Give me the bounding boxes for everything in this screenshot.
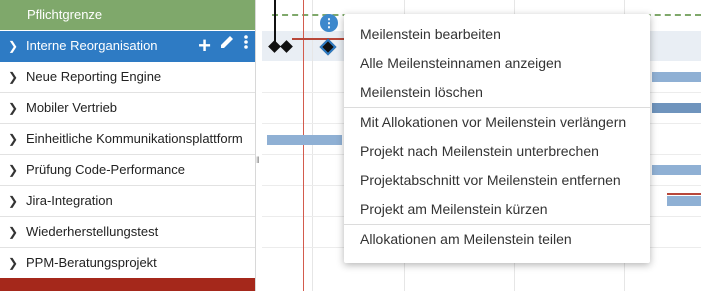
project-label: Neue Reporting Engine [26,69,162,84]
project-row[interactable]: ❯ Mobiler Vertrieb [0,93,255,124]
menu-item-edit-milestone[interactable]: Meilenstein bearbeiten [344,20,650,49]
group-header-label: Pflichtgrenze [27,7,103,22]
baseline-marker [292,38,352,40]
project-label: Jira-Integration [26,193,113,208]
project-label: Prüfung Code-Performance [26,162,185,177]
chevron-right-icon[interactable]: ❯ [8,248,18,278]
project-row[interactable]: ❯ Jira-Integration [0,186,255,217]
chevron-right-icon[interactable]: ❯ [8,217,18,247]
baseline-marker [667,193,701,195]
project-row[interactable]: ❯ Einheitliche Kommunikationsplattform [0,124,255,155]
menu-item-shorten-project[interactable]: Projekt am Meilenstein kürzen [344,195,650,224]
project-row[interactable]: ❯ Neue Reporting Engine [0,62,255,93]
project-row[interactable]: ❯ PPM-Beratungsprojekt [0,248,255,279]
project-row[interactable]: ❯ Prüfung Code-Performance [0,155,255,186]
menu-item-split-allocations[interactable]: Allokationen am Meilenstein teilen [344,225,650,254]
menu-item-remove-section[interactable]: Projektabschnitt vor Meilenstein entfern… [344,166,650,195]
project-label: Einheitliche Kommunikationsplattform [26,131,243,146]
project-list: Pflichtgrenze ❯ Interne Reorganisation +… [0,0,256,291]
next-group-header[interactable] [0,278,255,291]
chevron-right-icon[interactable]: ❯ [8,186,18,216]
project-bar[interactable] [667,196,701,206]
chevron-right-icon[interactable]: ❯ [8,31,18,61]
milestone-connector [274,0,276,42]
pencil-icon[interactable] [219,31,235,61]
project-bar[interactable] [652,165,701,175]
menu-item-show-all-names[interactable]: Alle Meilensteinnamen anzeigen [344,49,650,78]
project-bar[interactable] [652,103,701,113]
plus-icon[interactable]: + [198,35,211,57]
project-row[interactable]: ❯ Interne Reorganisation + [0,31,255,62]
milestone-context-menu: Meilenstein bearbeiten Alle Meilensteinn… [344,14,650,263]
chevron-right-icon[interactable]: ❯ [8,93,18,123]
group-header[interactable]: Pflichtgrenze [0,0,255,30]
project-label: Wiederherstellungstest [26,224,159,239]
row-actions: + [198,31,249,61]
project-label: Mobiler Vertrieb [26,100,118,115]
menu-item-delete-milestone[interactable]: Meilenstein löschen [344,78,650,107]
project-bar[interactable] [652,72,701,82]
milestone-menu-icon[interactable]: ⋮ [320,14,338,32]
today-line [303,0,304,291]
project-label: Interne Reorganisation [26,38,158,53]
project-label: PPM-Beratungsprojekt [26,255,157,270]
project-bar[interactable] [267,135,342,145]
chevron-right-icon[interactable]: ❯ [8,62,18,92]
menu-item-extend-allocations[interactable]: Mit Allokationen vor Meilenstein verläng… [344,108,650,137]
menu-item-interrupt-project[interactable]: Projekt nach Meilenstein unterbrechen [344,137,650,166]
project-row[interactable]: ❯ Wiederherstellungstest [0,217,255,248]
more-vert-icon[interactable] [243,31,249,61]
chevron-right-icon[interactable]: ❯ [8,155,18,185]
panel-splitter[interactable]: ‖ [256,155,260,169]
chevron-right-icon[interactable]: ❯ [8,124,18,154]
